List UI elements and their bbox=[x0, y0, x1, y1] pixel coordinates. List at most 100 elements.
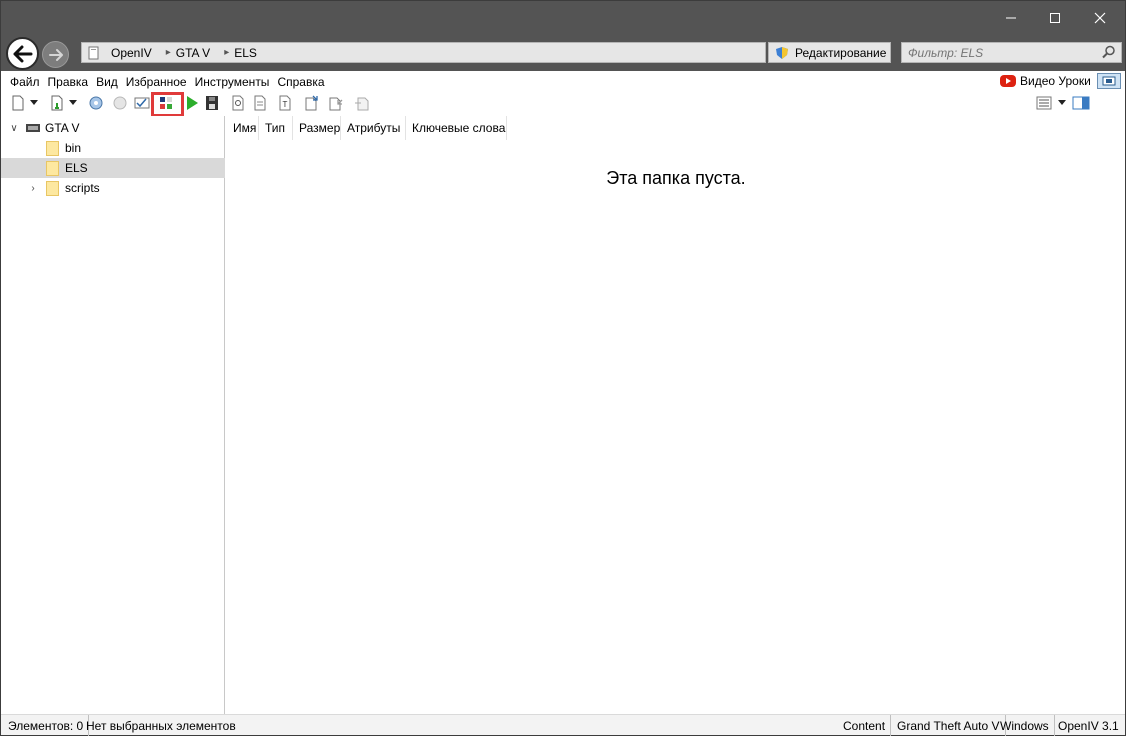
video-tutorials-label: Видео Уроки bbox=[1020, 74, 1091, 88]
text-file-button[interactable]: T bbox=[276, 94, 294, 112]
openiv-window: OpenIV ▸ GTA V ▸ ELS Редактирование Файл… bbox=[0, 0, 1126, 736]
export-button[interactable] bbox=[303, 94, 321, 112]
document-icon bbox=[85, 44, 103, 61]
save-icon bbox=[206, 96, 218, 110]
minimize-icon bbox=[1006, 17, 1016, 19]
search-file-icon bbox=[232, 95, 244, 111]
checklist-button[interactable] bbox=[133, 94, 151, 112]
details-view-icon bbox=[1036, 96, 1052, 110]
export-icon bbox=[305, 95, 318, 111]
back-button[interactable] bbox=[6, 37, 39, 70]
tree-item-label: scripts bbox=[65, 181, 100, 195]
column-header-keywords[interactable]: Ключевые слова bbox=[406, 116, 507, 140]
maximize-button[interactable] bbox=[1032, 5, 1078, 31]
dropdown-arrow-icon bbox=[30, 100, 38, 105]
new-file-icon bbox=[12, 95, 24, 111]
status-game: Grand Theft Auto V bbox=[892, 715, 1006, 736]
text-file-icon: T bbox=[279, 95, 291, 111]
status-item-count: Элементов: 0 bbox=[3, 715, 90, 736]
breadcrumb[interactable]: OpenIV ▸ GTA V ▸ ELS bbox=[81, 42, 766, 63]
highlight-annotation bbox=[151, 92, 184, 117]
column-header-attributes[interactable]: Атрибуты bbox=[341, 116, 406, 140]
minimize-button[interactable] bbox=[988, 5, 1034, 31]
tree-item-gtav[interactable]: ∨ GTA V bbox=[1, 118, 225, 138]
play-icon bbox=[187, 96, 198, 110]
breadcrumb-item-els[interactable]: ELS bbox=[234, 46, 257, 60]
dropdown-arrow-icon bbox=[69, 100, 77, 105]
tree-item-label: bin bbox=[65, 141, 82, 155]
close-button[interactable] bbox=[1077, 5, 1123, 31]
folder-icon bbox=[46, 140, 59, 156]
tree-item-label: ELS bbox=[65, 161, 88, 175]
column-header-size[interactable]: Размер bbox=[293, 116, 341, 140]
expand-chevron-icon[interactable]: › bbox=[27, 183, 39, 194]
folder-icon bbox=[46, 180, 59, 196]
video-tutorials-link[interactable]: Видео Уроки bbox=[1000, 74, 1091, 88]
menu-favorites[interactable]: Избранное bbox=[126, 75, 187, 89]
details-view-button[interactable] bbox=[1034, 94, 1054, 112]
edit-mode-label: Редактирование bbox=[795, 45, 887, 60]
status-platform: Windows bbox=[995, 715, 1055, 736]
collapse-chevron-icon[interactable]: ∨ bbox=[8, 123, 20, 134]
menu-tools[interactable]: Инструменты bbox=[195, 75, 270, 89]
youtube-icon bbox=[1000, 75, 1016, 87]
breadcrumb-separator: ▸ bbox=[165, 47, 171, 58]
view-dropdown[interactable] bbox=[1056, 94, 1068, 112]
document-button[interactable] bbox=[251, 94, 269, 112]
edit-mode-button[interactable]: Редактирование bbox=[768, 42, 891, 63]
preview-pane-icon bbox=[1072, 96, 1090, 110]
new-file-dropdown[interactable] bbox=[28, 94, 40, 112]
monitor-button[interactable] bbox=[1097, 73, 1121, 89]
import-file-button[interactable] bbox=[48, 94, 66, 112]
preview-pane-button[interactable] bbox=[1071, 94, 1091, 112]
menu-edit[interactable]: Правка bbox=[48, 75, 89, 89]
tree-item-els[interactable]: ELS bbox=[1, 158, 225, 178]
menu-bar: Файл Правка Вид Избранное Инструменты Сп… bbox=[1, 73, 333, 91]
tree-item-bin[interactable]: bin bbox=[1, 138, 225, 158]
import-dropdown[interactable] bbox=[67, 94, 79, 112]
document-icon bbox=[254, 95, 266, 111]
file-list-panel[interactable]: Имя Тип Размер Атрибуты Ключевые слова Э… bbox=[227, 116, 1125, 714]
folder-tree[interactable]: ∨ GTA V bin ELS › scripts bbox=[1, 116, 225, 714]
replace-button[interactable] bbox=[353, 94, 371, 112]
search-file-button[interactable] bbox=[229, 94, 247, 112]
breadcrumb-item-gtav[interactable]: GTA V bbox=[176, 46, 210, 60]
filter-box[interactable] bbox=[901, 42, 1122, 63]
breadcrumb-separator: ▸ bbox=[224, 47, 230, 58]
settings-button[interactable] bbox=[87, 94, 105, 112]
menu-view[interactable]: Вид bbox=[96, 75, 118, 89]
search-icon[interactable] bbox=[1102, 45, 1116, 59]
tree-item-label: GTA V bbox=[45, 121, 80, 135]
new-file-button[interactable] bbox=[9, 94, 27, 112]
breadcrumb-item-openiv[interactable]: OpenIV bbox=[111, 46, 152, 60]
status-bar: Элементов: 0 Нет выбранных элементов Con… bbox=[1, 714, 1125, 736]
replace-icon bbox=[355, 97, 369, 111]
tree-item-scripts[interactable]: › scripts bbox=[1, 178, 225, 198]
menu-file[interactable]: Файл bbox=[10, 75, 40, 89]
title-bar: OpenIV ▸ GTA V ▸ ELS Редактирование bbox=[1, 1, 1125, 71]
svg-text:T: T bbox=[283, 100, 288, 109]
new-import-icon bbox=[51, 95, 63, 111]
checklist-icon bbox=[134, 97, 150, 109]
save-button[interactable] bbox=[203, 94, 221, 112]
import-button[interactable] bbox=[327, 94, 345, 112]
column-header-type[interactable]: Тип bbox=[259, 116, 293, 140]
play-button[interactable] bbox=[183, 94, 201, 112]
column-header-name[interactable]: Имя bbox=[227, 116, 259, 140]
close-icon bbox=[1094, 12, 1106, 24]
shield-icon bbox=[776, 46, 788, 59]
empty-folder-message: Эта папка пуста. bbox=[606, 168, 746, 188]
menu-help[interactable]: Справка bbox=[277, 75, 324, 89]
status-content: Content bbox=[838, 715, 892, 736]
settings-disabled-icon bbox=[113, 96, 127, 110]
forward-button[interactable] bbox=[42, 41, 69, 68]
filter-input[interactable] bbox=[908, 45, 1093, 60]
dropdown-arrow-icon bbox=[1058, 100, 1066, 105]
status-version: OpenIV 3.1 bbox=[1058, 718, 1119, 733]
monitor-icon bbox=[1102, 76, 1116, 86]
gta-logo-icon bbox=[26, 124, 40, 132]
import-icon bbox=[329, 97, 343, 111]
maximize-icon bbox=[1050, 13, 1060, 23]
arrow-right-icon bbox=[48, 48, 63, 61]
settings-disabled-button[interactable] bbox=[111, 94, 129, 112]
